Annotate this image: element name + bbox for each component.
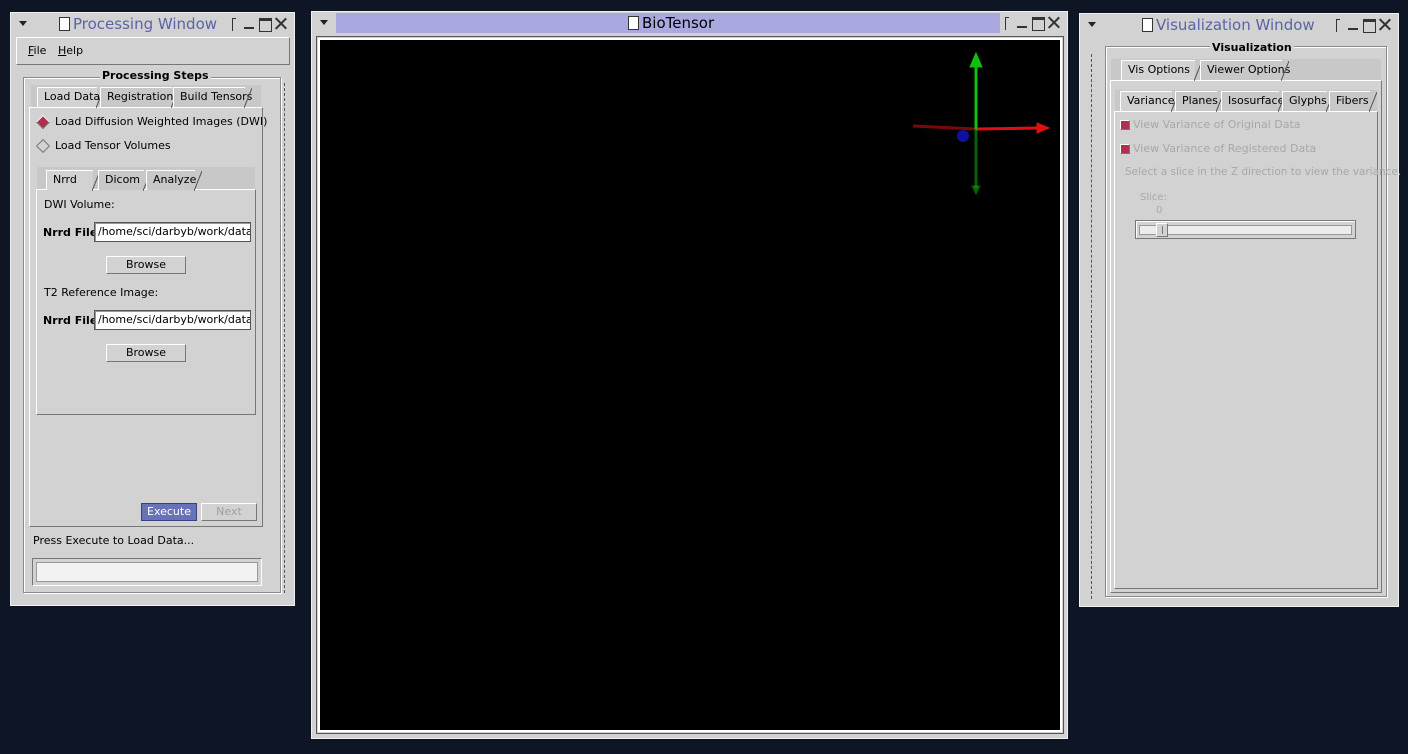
shade-icon[interactable] xyxy=(1334,17,1340,33)
shade-icon[interactable] xyxy=(230,16,236,32)
variance-hint: Select a slice in the Z direction to vie… xyxy=(1125,166,1402,178)
detach-handle[interactable] xyxy=(284,83,285,593)
close-icon[interactable] xyxy=(1378,17,1392,33)
menu-file[interactable]: File xyxy=(28,44,46,57)
document-icon xyxy=(628,16,639,30)
tab-fibers[interactable]: Fibers xyxy=(1329,91,1377,112)
tab-glyphs[interactable]: Glyphs xyxy=(1282,91,1334,112)
dwi-browse-button[interactable]: Browse xyxy=(106,256,186,274)
visualization-window: Visualization Window Visualization Vis O… xyxy=(1079,13,1402,607)
window-title: Visualization Window xyxy=(1156,16,1315,34)
processing-steps-label: Processing Steps xyxy=(100,69,211,82)
shade-icon[interactable] xyxy=(1003,15,1009,31)
document-icon xyxy=(1142,18,1153,32)
visualization-label: Visualization xyxy=(1210,41,1294,54)
axis-x-positive xyxy=(975,126,1039,131)
next-button[interactable]: Next xyxy=(201,503,257,521)
axis-x-arrowhead xyxy=(1036,122,1051,134)
close-icon[interactable] xyxy=(274,16,288,32)
t2-nrrd-file-label: Nrrd File: xyxy=(43,314,102,327)
orientation-axes xyxy=(912,51,1051,196)
radio-load-tensor-label[interactable]: Load Tensor Volumes xyxy=(55,139,171,152)
tab-vis-options[interactable]: Vis Options xyxy=(1121,60,1202,81)
radio-load-dwi-label[interactable]: Load Diffusion Weighted Images (DWI) xyxy=(55,115,267,128)
tab-load-data[interactable]: Load Data xyxy=(37,87,104,108)
check-registered-variance[interactable] xyxy=(1120,144,1130,154)
t2-browse-button[interactable]: Browse xyxy=(106,344,186,362)
check-original-variance-label[interactable]: View Variance of Original Data xyxy=(1133,118,1301,131)
detach-handle[interactable] xyxy=(1091,54,1092,599)
close-icon[interactable] xyxy=(1047,15,1061,31)
tab-viewer-options[interactable]: Viewer Options xyxy=(1200,60,1290,81)
check-original-variance[interactable] xyxy=(1120,120,1130,130)
document-icon xyxy=(59,17,70,31)
slice-label: Slice: xyxy=(1140,192,1167,203)
processing-titlebar[interactable]: Processing Window xyxy=(11,13,294,35)
maximize-icon[interactable] xyxy=(1362,17,1376,33)
menubar: File Help xyxy=(16,37,290,65)
axis-x-negative xyxy=(912,124,977,131)
window-title: Processing Window xyxy=(73,15,218,33)
minimize-icon[interactable] xyxy=(1015,15,1029,31)
status-text: Press Execute to Load Data... xyxy=(33,534,195,547)
tab-variance[interactable]: Variance xyxy=(1120,91,1179,112)
t2-nrrd-file-input[interactable]: /home/sci/darbyb/work/data xyxy=(94,310,251,330)
render-viewport[interactable] xyxy=(318,38,1062,732)
tab-registration[interactable]: Registration xyxy=(100,87,179,108)
dwi-nrrd-file-label: Nrrd File: xyxy=(43,226,102,239)
maximize-icon[interactable] xyxy=(1031,15,1045,31)
slider-handle[interactable] xyxy=(1156,223,1168,237)
axis-z-marker xyxy=(957,130,969,142)
window-title: BioTensor xyxy=(642,14,715,32)
axis-y-arrowhead xyxy=(969,51,983,68)
visualization-titlebar[interactable]: Visualization Window xyxy=(1080,14,1398,36)
menu-help[interactable]: Help xyxy=(58,44,83,57)
tab-build-tensors[interactable]: Build Tensors xyxy=(173,87,252,108)
window-menu-icon[interactable] xyxy=(320,20,328,25)
progress-bar xyxy=(32,558,262,586)
axis-y-negative-arrowhead xyxy=(971,185,981,196)
window-menu-icon[interactable] xyxy=(19,21,27,26)
tab-analyze[interactable]: Analyze xyxy=(146,170,202,191)
tab-isosurface[interactable]: Isosurface xyxy=(1221,91,1286,112)
slice-value: 0 xyxy=(1156,205,1163,216)
t2-reference-label: T2 Reference Image: xyxy=(44,286,159,299)
tab-nrrd[interactable]: Nrrd xyxy=(46,170,100,191)
maximize-icon[interactable] xyxy=(258,16,272,32)
minimize-icon[interactable] xyxy=(1346,17,1360,33)
processing-window: Processing Window File Help Processing S… xyxy=(10,12,295,606)
tab-planes[interactable]: Planes xyxy=(1175,91,1224,112)
dwi-volume-label: DWI Volume: xyxy=(44,198,115,211)
slider-trough xyxy=(1139,225,1352,235)
biotensor-window: BioTensor xyxy=(311,11,1068,739)
slice-slider[interactable] xyxy=(1135,220,1356,239)
minimize-icon[interactable] xyxy=(242,16,256,32)
dwi-nrrd-file-input[interactable]: /home/sci/darbyb/work/data xyxy=(94,222,251,242)
window-menu-icon[interactable] xyxy=(1088,22,1096,27)
tab-dicom[interactable]: Dicom xyxy=(98,170,151,191)
biotensor-titlebar[interactable]: BioTensor xyxy=(312,12,1067,34)
execute-button[interactable]: Execute xyxy=(141,503,197,521)
check-registered-variance-label[interactable]: View Variance of Registered Data xyxy=(1133,142,1316,155)
variance-panel xyxy=(1114,111,1378,589)
